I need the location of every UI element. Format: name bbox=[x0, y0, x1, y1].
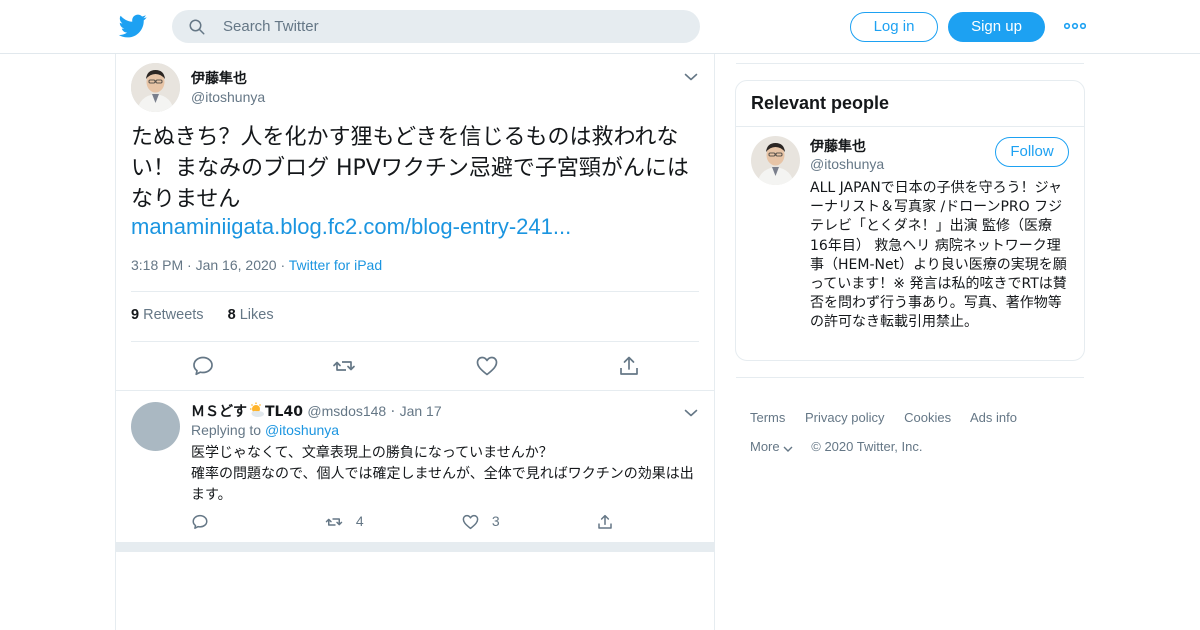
retweets-stat[interactable]: 9 Retweets bbox=[131, 307, 204, 323]
relevant-person-handle[interactable]: @itoshunya bbox=[810, 156, 884, 172]
share-action[interactable] bbox=[596, 513, 614, 533]
tweet-link[interactable]: manaminiigata.blog.fc2.com/blog-entry-24… bbox=[131, 214, 571, 240]
reply-author-handle[interactable]: @msdos148 bbox=[307, 403, 386, 419]
like-action[interactable]: 3 bbox=[461, 513, 500, 533]
reply-date[interactable]: Jan 17 bbox=[400, 403, 442, 419]
reply-author-name-suffix[interactable]: TL40 bbox=[265, 404, 303, 420]
reply-icon[interactable] bbox=[191, 513, 209, 531]
tweet-source[interactable]: Twitter for iPad bbox=[289, 257, 382, 273]
tweet-date[interactable]: Jan 16, 2020 bbox=[196, 257, 277, 273]
top-bar: Search Twitter Log in Sign up bbox=[0, 0, 1200, 54]
divider bbox=[131, 341, 699, 342]
footer-more-menu[interactable]: More bbox=[750, 439, 794, 454]
timeline-separator bbox=[116, 542, 714, 552]
like-heart-icon[interactable] bbox=[461, 513, 480, 531]
relevant-person-name[interactable]: 伊藤隼也 bbox=[810, 136, 866, 156]
reply-icon[interactable] bbox=[191, 354, 215, 378]
reply-tweet[interactable]: ＭＳどす TL40 @msdos148 · Jan 17 Replying to… bbox=[116, 390, 714, 542]
avatar[interactable] bbox=[131, 63, 180, 112]
reply-avatar[interactable] bbox=[131, 402, 180, 451]
search-icon bbox=[189, 19, 205, 35]
tweet-author-name[interactable]: 伊藤隼也 bbox=[191, 68, 247, 88]
likes-count: 8 bbox=[227, 307, 236, 323]
search-input[interactable]: Search Twitter bbox=[223, 18, 319, 35]
reply-text: 医学じゃなくて、文章表現上の勝負になっていませんか？ 確率の問題なので、個人では… bbox=[191, 443, 701, 506]
likes-stat[interactable]: 8 Likes bbox=[228, 307, 274, 323]
tweet-meta: 3:18 PM · Jan 16, 2020 · Twitter for iPa… bbox=[131, 257, 382, 273]
like-heart-icon[interactable] bbox=[475, 354, 499, 378]
retweet-action[interactable]: 4 bbox=[324, 513, 364, 533]
share-icon[interactable] bbox=[617, 354, 641, 378]
meta-separator: · bbox=[187, 257, 196, 273]
copyright: © 2020 Twitter, Inc. bbox=[811, 439, 923, 454]
search-bar[interactable]: Search Twitter bbox=[172, 10, 700, 43]
more-options-icon[interactable] bbox=[1064, 21, 1086, 31]
footer-terms-link[interactable]: Terms bbox=[750, 410, 785, 425]
reply-text-line: 医学じゃなくて、文章表現上の勝負になっていませんか？ bbox=[191, 445, 553, 461]
retweet-count: 4 bbox=[355, 513, 364, 529]
divider bbox=[736, 377, 1084, 378]
retweets-count: 9 bbox=[131, 307, 140, 323]
divider bbox=[736, 63, 1084, 64]
replying-to: Replying to @itoshunya bbox=[191, 422, 339, 438]
divider bbox=[131, 291, 699, 292]
relevant-people-title: Relevant people bbox=[751, 93, 890, 113]
twitter-bird-icon[interactable] bbox=[118, 12, 148, 40]
tweet-stats: 9 Retweets 8 Likes bbox=[131, 307, 274, 323]
reply-action[interactable] bbox=[191, 513, 209, 533]
share-icon[interactable] bbox=[596, 513, 614, 531]
tweet-time[interactable]: 3:18 PM bbox=[131, 257, 183, 273]
relevant-person-avatar[interactable] bbox=[751, 136, 800, 185]
footer-secondary: More © 2020 Twitter, Inc. bbox=[750, 439, 922, 454]
reply-text-line: 確率の問題なので、個人では確定しませんが、全体で見ればワクチンの効果は出ます。 bbox=[191, 466, 694, 503]
footer-more-label: More bbox=[750, 439, 780, 454]
replying-to-label: Replying to bbox=[191, 422, 262, 438]
like-count: 3 bbox=[491, 513, 500, 529]
tweet-text: たぬきち？人を化かす狸もどきを信じるものは救われない！まなみのブログ HPVワク… bbox=[131, 125, 689, 212]
follow-button[interactable]: Follow bbox=[995, 137, 1069, 167]
reply-header: ＭＳどす TL40 @msdos148 · Jan 17 bbox=[191, 401, 442, 421]
login-button[interactable]: Log in bbox=[850, 12, 938, 42]
footer-links: Terms Privacy policy Cookies Ads info bbox=[750, 410, 1033, 425]
footer-privacy-link[interactable]: Privacy policy bbox=[805, 410, 884, 425]
meta-separator: · bbox=[390, 404, 396, 420]
relevant-people-card: Relevant people 伊藤隼也 @itoshunya Follow A… bbox=[735, 80, 1085, 361]
chevron-down-icon[interactable] bbox=[684, 408, 698, 418]
sun-behind-cloud-icon bbox=[250, 402, 264, 417]
divider bbox=[736, 126, 1084, 127]
meta-separator: · bbox=[280, 257, 289, 273]
footer-ads-link[interactable]: Ads info bbox=[970, 410, 1017, 425]
retweet-icon[interactable] bbox=[324, 513, 344, 531]
main-column: 伊藤隼也 @itoshunya たぬきち？人を化かす狸もどきを信じるものは救われ… bbox=[115, 54, 715, 630]
signup-button[interactable]: Sign up bbox=[948, 12, 1045, 42]
chevron-down-icon[interactable] bbox=[684, 72, 698, 82]
footer-cookies-link[interactable]: Cookies bbox=[904, 410, 951, 425]
retweets-label: Retweets bbox=[143, 307, 204, 323]
replying-to-handle[interactable]: @itoshunya bbox=[265, 422, 339, 438]
tweet-author-handle[interactable]: @itoshunya bbox=[191, 89, 265, 105]
chevron-down-icon bbox=[783, 446, 793, 452]
reply-author-name[interactable]: ＭＳどす bbox=[191, 404, 247, 420]
relevant-person-bio: ALL JAPANで日本の子供を守ろう！ジャーナリスト＆写真家 /ドローンPRO… bbox=[810, 180, 1067, 331]
retweet-icon[interactable] bbox=[332, 354, 356, 378]
likes-label: Likes bbox=[239, 307, 274, 323]
